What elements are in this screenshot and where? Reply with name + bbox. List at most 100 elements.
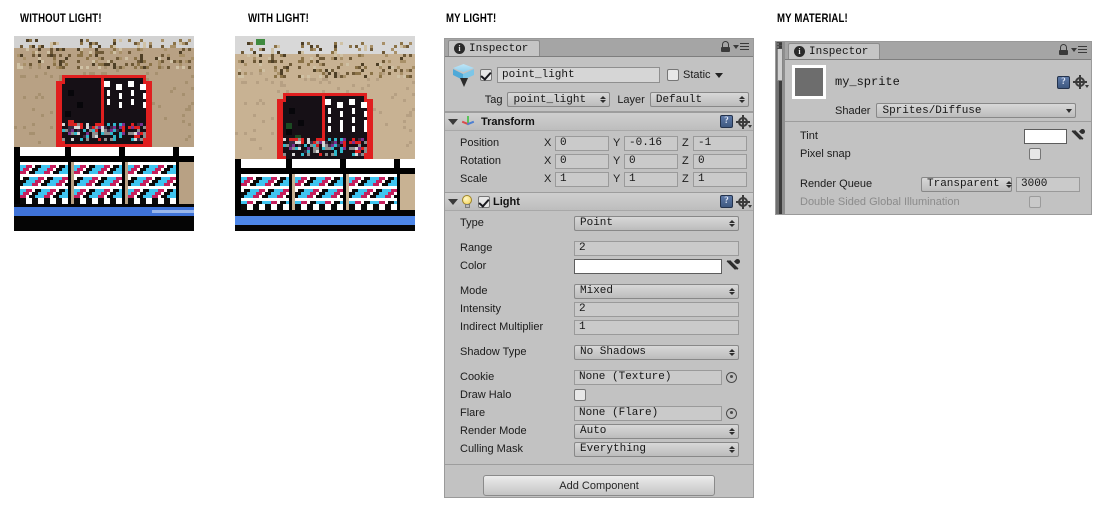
- gear-icon[interactable]: [1073, 75, 1089, 89]
- rotation-z-input[interactable]: 0: [693, 153, 747, 169]
- caption-without-light: WITHOUT LIGHT!: [20, 11, 102, 25]
- material-header: my_sprite Shader Sprites/Diffuse: [785, 60, 1091, 122]
- culling-mask-label: Culling Mask: [460, 443, 523, 455]
- help-book-icon[interactable]: [1057, 75, 1070, 89]
- shader-value: Sprites/Diffuse: [882, 104, 982, 117]
- position-x-input[interactable]: 0: [555, 135, 609, 151]
- indirect-multiplier-input[interactable]: 1: [574, 319, 739, 335]
- transform-foldout-icon[interactable]: [448, 118, 458, 125]
- flare-object-field[interactable]: None (Flare): [574, 405, 722, 421]
- double-sided-gi-label: Double Sided Global Illumination: [800, 196, 960, 208]
- intensity-input[interactable]: 2: [574, 301, 739, 317]
- shadow-type-dropdown[interactable]: No Shadows: [574, 344, 739, 360]
- gameobject-name-input[interactable]: point_light: [497, 67, 660, 83]
- info-icon: i: [794, 46, 805, 57]
- color-swatch[interactable]: [574, 258, 722, 274]
- transform-row-position: Position X 0 Y -0.16 Z -1: [449, 134, 749, 152]
- gameobject-enabled-checkbox[interactable]: [480, 69, 492, 81]
- static-checkbox[interactable]: [667, 69, 679, 81]
- type-dropdown[interactable]: Point: [574, 215, 739, 231]
- rotation-y-axis-label: Y: [613, 155, 621, 167]
- light-row-render-mode: Render Mode Auto: [449, 422, 749, 440]
- position-x-axis-label: X: [544, 137, 552, 149]
- transform-row-scale: Scale X 1 Y 1 Z 1: [449, 170, 749, 188]
- tint-swatch[interactable]: [1024, 128, 1068, 144]
- game-view-with-light: [235, 36, 415, 231]
- transform-properties: Position X 0 Y -0.16 Z -1 Rotation X 0 Y…: [445, 131, 753, 192]
- light-row-mode: Mode Mixed: [449, 282, 749, 300]
- rotation-x-input[interactable]: 0: [555, 153, 609, 169]
- material-preview-thumbnail[interactable]: [792, 65, 826, 99]
- light-foldout-icon[interactable]: [448, 198, 458, 205]
- culling-mask-dropdown-arrows-icon: [729, 445, 735, 453]
- caption-with-light: WITH LIGHT!: [248, 11, 309, 25]
- flare-object-picker-icon[interactable]: [726, 407, 737, 419]
- draw-halo-label: Draw Halo: [460, 389, 512, 401]
- light-row-culling-mask: Culling Mask Everything: [449, 440, 749, 458]
- light-row-flare: Flare None (Flare): [449, 404, 749, 422]
- rotation-x-axis-label: X: [544, 155, 552, 167]
- light-component-header[interactable]: Light: [445, 193, 753, 211]
- scale-y-axis-label: Y: [613, 173, 621, 185]
- scale-y-input[interactable]: 1: [624, 171, 678, 187]
- scale-z-input[interactable]: 1: [693, 171, 747, 187]
- light-enabled-checkbox[interactable]: [478, 195, 490, 208]
- cookie-object-picker-icon[interactable]: [726, 371, 737, 383]
- transform-component-header[interactable]: Transform: [445, 113, 753, 131]
- transform-component: Transform Position X 0 Y -0.16 Z -1 Rota…: [445, 112, 753, 192]
- position-z-input[interactable]: -1: [693, 135, 747, 151]
- eyedropper-icon[interactable]: [1071, 127, 1087, 143]
- mode-dropdown[interactable]: Mixed: [574, 283, 739, 299]
- rotation-z-axis-label: Z: [682, 155, 689, 167]
- tab-inspector[interactable]: i Inspector: [448, 40, 540, 56]
- gameobject-header: point_light Static Tag point_light Layer…: [445, 57, 753, 112]
- culling-mask-dropdown[interactable]: Everything: [574, 441, 739, 457]
- position-y-input[interactable]: -0.16: [624, 135, 678, 151]
- render-queue-dropdown[interactable]: Transparent: [921, 176, 1012, 192]
- rotation-y-input[interactable]: 0: [624, 153, 678, 169]
- eyedropper-icon[interactable]: [726, 257, 742, 273]
- shadow-type-dropdown-arrows-icon: [729, 348, 735, 356]
- position-z-axis-label: Z: [682, 137, 689, 149]
- material-inspector-window: i Inspector my_sprite Shader: [775, 41, 1092, 215]
- tag-dropdown-arrows-icon: [600, 96, 607, 103]
- light-row-type: Type Point: [449, 214, 749, 232]
- tag-dropdown[interactable]: point_light: [507, 92, 611, 107]
- render-queue-input[interactable]: 3000: [1016, 176, 1080, 192]
- shader-dropdown[interactable]: Sprites/Diffuse: [876, 103, 1077, 118]
- layer-value: Default: [655, 93, 703, 106]
- scrollbar-thumb[interactable]: [777, 48, 783, 81]
- layer-dropdown[interactable]: Default: [649, 92, 749, 107]
- lock-icon[interactable]: [721, 41, 730, 52]
- tab-inspector-label: Inspector: [469, 42, 529, 55]
- static-dropdown-caret-icon[interactable]: [714, 72, 723, 78]
- shader-dropdown-caret-icon: [1066, 108, 1073, 113]
- lock-icon[interactable]: [1059, 44, 1068, 55]
- tag-value: point_light: [513, 93, 587, 106]
- draw-halo-checkbox[interactable]: [574, 389, 586, 401]
- transform-title: Transform: [481, 115, 535, 128]
- double-sided-gi-checkbox: [1029, 196, 1041, 208]
- flare-label: Flare: [460, 407, 486, 419]
- render-mode-dropdown[interactable]: Auto: [574, 423, 739, 439]
- panel-grip-dots-icon: [777, 42, 782, 49]
- light-row-range: Range 2: [449, 239, 749, 257]
- material-row-tint: Tint: [789, 127, 1087, 145]
- gear-icon[interactable]: [736, 114, 752, 129]
- inspector-tabbar: i Inspector: [445, 39, 753, 57]
- add-component-button[interactable]: Add Component: [483, 475, 715, 496]
- static-label: Static: [683, 69, 711, 81]
- range-input[interactable]: 2: [574, 240, 739, 256]
- hamburger-menu-icon[interactable]: [1071, 45, 1087, 54]
- cookie-object-field[interactable]: None (Texture): [574, 369, 722, 385]
- render-mode-label: Render Mode: [460, 425, 527, 437]
- tab-inspector-material[interactable]: i Inspector: [788, 43, 880, 59]
- adjacent-panel-scrollbar[interactable]: [776, 42, 785, 214]
- help-book-icon[interactable]: [720, 195, 733, 208]
- help-book-icon[interactable]: [720, 115, 733, 128]
- gear-icon[interactable]: [736, 194, 752, 209]
- hamburger-menu-icon[interactable]: [733, 42, 749, 51]
- scale-x-input[interactable]: 1: [555, 171, 609, 187]
- pixel-snap-checkbox[interactable]: [1029, 148, 1041, 160]
- tag-label: Tag: [484, 93, 503, 106]
